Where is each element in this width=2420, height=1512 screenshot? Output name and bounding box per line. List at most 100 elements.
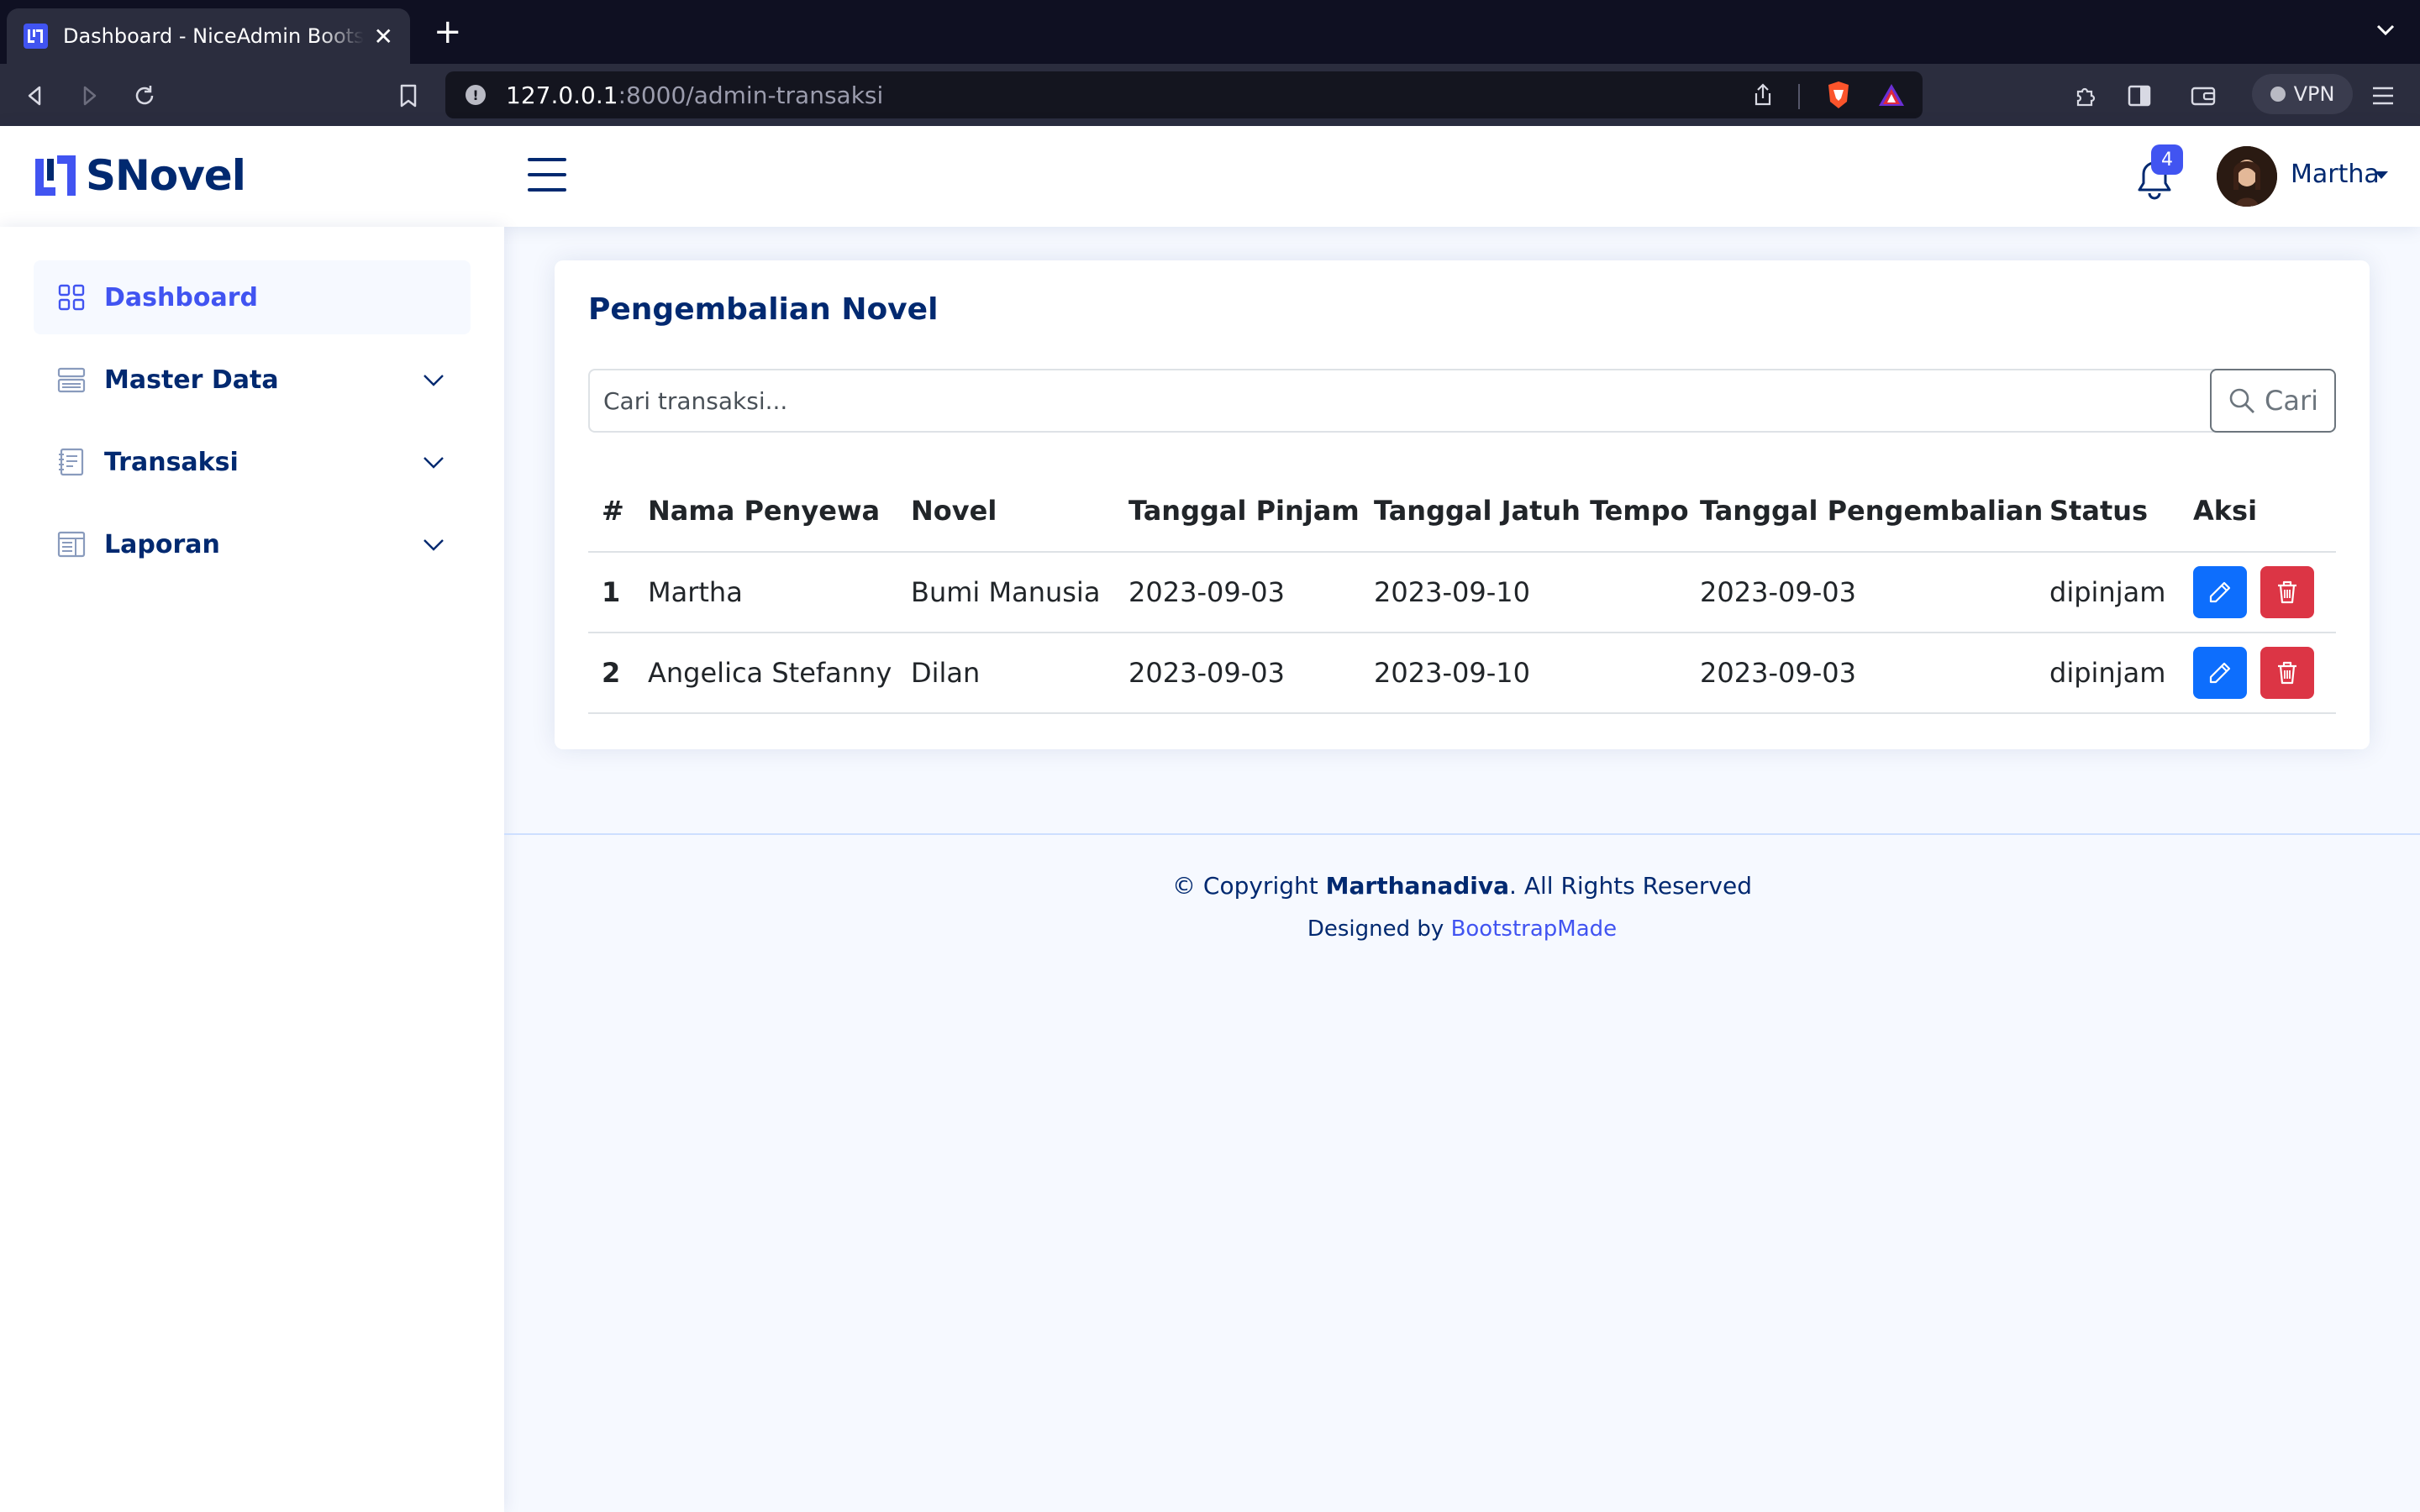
column-header: # xyxy=(602,495,624,527)
sidebar-item-label: Dashboard xyxy=(104,282,258,312)
sidebar-item-laporan[interactable]: Laporan xyxy=(34,507,471,581)
menu-button-icon xyxy=(57,367,86,393)
transactions-card: Pengembalian Novel Cari # Nama Penyewa N… xyxy=(555,260,2370,749)
cell-return-date: 2023-09-03 xyxy=(1700,657,1856,689)
table-header: # Nama Penyewa Novel Tanggal Pinjam Tang… xyxy=(588,470,2336,553)
browser-menu-icon[interactable] xyxy=(2366,79,2400,113)
sidebar: Dashboard Master Data Transaksi Laporan xyxy=(0,227,504,1512)
column-header: Aksi xyxy=(2193,495,2258,527)
sidebar-item-master-data[interactable]: Master Data xyxy=(34,343,471,417)
cell-renter-name: Martha xyxy=(648,576,743,608)
edit-button[interactable] xyxy=(2193,566,2247,618)
new-tab-button[interactable]: + xyxy=(434,15,462,49)
logo-icon xyxy=(35,155,76,196)
browser-tab-bar: Dashboard - NiceAdmin Bootstrap Template… xyxy=(0,0,2420,64)
table-row: 1 Martha Bumi Manusia 2023-09-03 2023-09… xyxy=(588,553,2336,633)
user-dropdown-caret-icon[interactable] xyxy=(2375,171,2388,179)
cell-borrow-date: 2023-09-03 xyxy=(1128,576,1285,608)
url-path: :8000/admin-transaksi xyxy=(618,81,884,109)
chevron-down-icon[interactable] xyxy=(422,450,445,474)
credits: Designed by BootstrapMade xyxy=(504,916,2420,942)
column-header: Tanggal Pinjam xyxy=(1128,495,1360,527)
brave-shields-icon[interactable] xyxy=(1825,80,1852,113)
layout-text-window-icon xyxy=(57,531,86,558)
trash-icon xyxy=(2278,580,2296,604)
vpn-button[interactable]: VPN xyxy=(2252,74,2353,114)
search-icon xyxy=(2229,388,2254,413)
copyright-owner: Marthanadiva xyxy=(1325,872,1510,900)
sidebar-item-label: Master Data xyxy=(104,365,279,395)
cell-status: dipinjam xyxy=(2049,576,2166,608)
sidebar-item-label: Laporan xyxy=(104,529,220,559)
grid-icon xyxy=(58,284,85,311)
vpn-status-icon xyxy=(2270,87,2286,102)
bookmark-icon[interactable] xyxy=(392,79,425,113)
sidebar-toggle-icon[interactable] xyxy=(2123,79,2156,113)
browser-toolbar: ! 127.0.0.1:8000/admin-transaksi VPN xyxy=(0,64,2420,126)
tab-title: Dashboard - NiceAdmin Bootstrap Template xyxy=(62,24,364,48)
reload-icon[interactable] xyxy=(128,79,161,113)
delete-button[interactable] xyxy=(2260,566,2314,618)
cell-renter-name: Angelica Stefanny xyxy=(648,657,892,689)
wallet-icon[interactable] xyxy=(2186,79,2220,113)
favicon-icon xyxy=(24,24,48,49)
sidebar-toggle-button[interactable] xyxy=(528,158,566,192)
pencil-icon xyxy=(2209,581,2231,603)
copyright-suffix: . All Rights Reserved xyxy=(1509,872,1752,900)
forward-icon[interactable] xyxy=(72,79,106,113)
page-title: Pengembalian Novel xyxy=(588,292,939,327)
sidebar-item-label: Transaksi xyxy=(104,447,239,477)
trash-icon xyxy=(2278,661,2296,685)
edit-button[interactable] xyxy=(2193,647,2247,699)
divider xyxy=(1798,84,1800,109)
cell-borrow-date: 2023-09-03 xyxy=(1128,657,1285,689)
notification-badge: 4 xyxy=(2151,144,2183,175)
sidebar-item-transaksi[interactable]: Transaksi xyxy=(34,425,471,499)
copyright-prefix: © Copyright xyxy=(1172,872,1326,900)
journal-text-icon xyxy=(59,448,84,476)
search-input[interactable] xyxy=(588,369,2228,433)
tab-list-chevron-icon[interactable] xyxy=(2376,20,2395,41)
back-icon[interactable] xyxy=(18,79,52,113)
avatar[interactable] xyxy=(2217,146,2277,207)
table-row: 2 Angelica Stefanny Dilan 2023-09-03 202… xyxy=(588,633,2336,714)
transactions-table: # Nama Penyewa Novel Tanggal Pinjam Tang… xyxy=(588,470,2336,714)
extensions-icon[interactable] xyxy=(2069,79,2102,113)
logo[interactable]: SNovel xyxy=(34,151,246,200)
share-icon[interactable] xyxy=(1753,83,1773,110)
address-bar[interactable]: ! 127.0.0.1:8000/admin-transaksi xyxy=(445,71,1923,118)
search-button-label: Cari xyxy=(2265,385,2318,417)
cell-novel: Bumi Manusia xyxy=(911,576,1101,608)
chevron-down-icon[interactable] xyxy=(422,368,445,391)
cell-return-date: 2023-09-03 xyxy=(1700,576,1856,608)
chevron-down-icon[interactable] xyxy=(422,533,445,556)
delete-button[interactable] xyxy=(2260,647,2314,699)
column-header: Tanggal Jatuh Tempo xyxy=(1374,495,1689,527)
sidebar-item-dashboard[interactable]: Dashboard xyxy=(34,260,471,334)
vpn-label: VPN xyxy=(2293,82,2335,106)
row-number: 1 xyxy=(602,576,621,608)
url-host: 127.0.0.1 xyxy=(506,81,618,109)
site-info-icon[interactable]: ! xyxy=(466,85,486,105)
tab-close-icon[interactable]: ✕ xyxy=(374,23,393,50)
cell-due-date: 2023-09-10 xyxy=(1374,576,1530,608)
app-header: SNovel 4 Martha xyxy=(0,126,2420,227)
row-number: 2 xyxy=(602,657,621,689)
column-header: Nama Penyewa xyxy=(648,495,881,527)
user-name[interactable]: Martha xyxy=(2291,160,2380,189)
cell-status: dipinjam xyxy=(2049,657,2166,689)
column-header: Status xyxy=(2049,495,2149,527)
footer: © Copyright Marthanadiva. All Rights Res… xyxy=(504,833,2420,951)
designed-by-text: Designed by xyxy=(1307,916,1451,942)
pencil-icon xyxy=(2209,662,2231,684)
browser-tab[interactable]: Dashboard - NiceAdmin Bootstrap Template… xyxy=(7,8,410,64)
cell-novel: Dilan xyxy=(911,657,981,689)
copyright: © Copyright Marthanadiva. All Rights Res… xyxy=(504,872,2420,900)
designer-link[interactable]: BootstrapMade xyxy=(1451,916,1618,942)
column-header: Tanggal Pengembalian xyxy=(1700,495,2044,527)
search-button[interactable]: Cari xyxy=(2210,369,2336,433)
brave-rewards-icon[interactable] xyxy=(1877,82,1906,111)
brand-name: SNovel xyxy=(86,151,246,200)
column-header: Novel xyxy=(911,495,997,527)
cell-due-date: 2023-09-10 xyxy=(1374,657,1530,689)
